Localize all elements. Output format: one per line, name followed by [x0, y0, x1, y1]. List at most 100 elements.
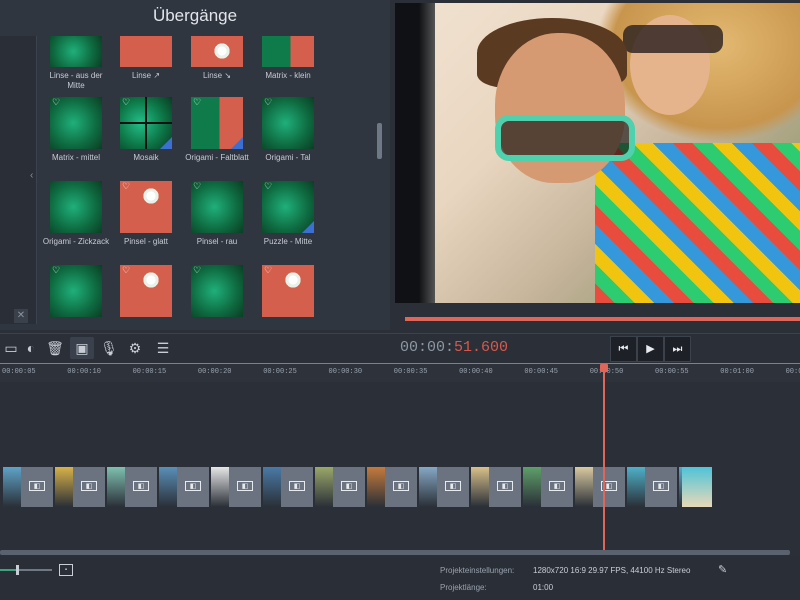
transition-tile[interactable]: ♡ [191, 265, 243, 317]
ruler-tick-label: 00:01:00 [720, 368, 754, 376]
transition-tile[interactable]: ♡ [262, 181, 314, 233]
premium-badge-icon [160, 137, 172, 149]
transition-label: Puzzle - Mitte [263, 237, 313, 246]
favorite-heart-icon[interactable]: ♡ [122, 182, 130, 191]
transition-icon: ◧ [237, 481, 253, 491]
favorite-heart-icon[interactable]: ♡ [52, 98, 60, 107]
settings-value: 1280x720 16:9 29.97 FPS, 44100 Hz Stereo [533, 566, 691, 575]
transition-clip[interactable]: ◧ [21, 467, 53, 507]
play-icon[interactable]: ▶ [637, 336, 664, 362]
crop-icon[interactable]: ▭ [0, 337, 22, 359]
transition-icon: ◧ [29, 481, 45, 491]
playhead-handle[interactable] [600, 364, 608, 372]
transition-clip[interactable]: ◧ [73, 467, 105, 507]
transition-clip[interactable]: ◧ [281, 467, 313, 507]
transition-clip[interactable]: ◧ [645, 467, 677, 507]
transition-tile[interactable]: ♡ [120, 97, 172, 149]
skip-forward-icon[interactable]: ⏭ [664, 336, 691, 362]
close-icon[interactable]: ✕ [14, 309, 28, 323]
transition-tile[interactable]: ♡ [120, 181, 172, 233]
transition-clip[interactable]: ◧ [333, 467, 365, 507]
transition-label: Pinsel - rau [196, 237, 238, 246]
timecode: 00:00:51.600 [400, 339, 508, 356]
favorite-heart-icon[interactable]: ♡ [122, 98, 130, 107]
transition-tile[interactable]: ♡ [262, 265, 314, 317]
transition-icon: ◧ [549, 481, 565, 491]
transition-icon: ◧ [393, 481, 409, 491]
color-icon[interactable]: ◐ [20, 337, 42, 359]
ruler-tick-label: 00:00:25 [263, 368, 297, 376]
transition-tile[interactable]: ♡ [50, 265, 102, 317]
transition-label: Mosaik [133, 153, 159, 162]
length-value: 01:00 [533, 583, 554, 592]
transition-clip[interactable]: ◧ [229, 467, 261, 507]
transitions-scrollbar[interactable] [377, 123, 382, 159]
trash-icon[interactable]: 🗑 [44, 337, 66, 359]
transition-icon: ◧ [185, 481, 201, 491]
timeline-scrollbar[interactable] [0, 550, 790, 555]
page-curl-transition [395, 3, 435, 303]
transition-tile[interactable] [50, 181, 102, 233]
transition-clip[interactable]: ◧ [489, 467, 521, 507]
collapse-arrow-icon[interactable]: ‹ [30, 170, 40, 186]
status-footer [0, 556, 800, 600]
transition-tile[interactable]: ♡ [120, 265, 172, 317]
preview-progress-bar[interactable] [405, 317, 800, 321]
transition-tile[interactable]: ♡ [50, 97, 102, 149]
transition-label: Linse ↘ [202, 71, 232, 80]
timeline-track-area[interactable] [0, 382, 800, 550]
transition-label: Matrix - mittel [52, 153, 100, 162]
video-preview [395, 3, 800, 303]
favorite-heart-icon[interactable]: ♡ [264, 98, 272, 107]
transition-tile[interactable]: ♡ [262, 97, 314, 149]
favorite-heart-icon[interactable]: ♡ [264, 266, 272, 275]
transition-tile[interactable] [262, 36, 314, 67]
transition-clip[interactable]: ◧ [177, 467, 209, 507]
transition-label: Origami - Tal [265, 153, 311, 162]
transition-clip[interactable]: ◧ [437, 467, 469, 507]
transition-tile[interactable] [191, 36, 243, 67]
ruler-tick-label: 00:00:30 [328, 368, 363, 376]
microphone-icon[interactable]: 🎙 [98, 337, 120, 359]
skip-back-icon[interactable]: ⏮ [610, 336, 637, 362]
ruler-tick-label: 00:00:20 [197, 368, 232, 376]
equalizer-icon[interactable]: ☰ [152, 337, 174, 359]
ruler-tick-label: 00:00:10 [67, 368, 101, 376]
ruler-tick-label: 00:00:40 [459, 368, 493, 376]
image-icon[interactable]: ▣ [70, 337, 94, 359]
transition-clip[interactable]: ◧ [125, 467, 157, 507]
ruler-tick-label: 00:00:45 [524, 368, 558, 376]
transition-clip[interactable]: ◧ [541, 467, 573, 507]
panel-title: Übergänge [152, 6, 238, 25]
transition-icon: ◧ [653, 481, 669, 491]
edit-settings-icon[interactable]: ✎ [718, 563, 727, 576]
ruler-tick-label: 00:00:55 [655, 368, 689, 376]
favorite-heart-icon[interactable]: ♡ [193, 98, 201, 107]
video-clip[interactable] [682, 467, 712, 507]
settings-label: Projekteinstellungen: [440, 566, 515, 575]
ruler-tick-label: 00:00:15 [132, 368, 167, 376]
transition-icon: ◧ [81, 481, 97, 491]
ruler-tick-label: 00:00:05 [2, 368, 36, 376]
timecode-prefix: 00:00: [400, 339, 455, 356]
favorite-heart-icon[interactable]: ♡ [264, 182, 272, 191]
transition-clip[interactable]: ◧ [593, 467, 625, 507]
playhead[interactable] [603, 367, 605, 550]
favorite-heart-icon[interactable]: ♡ [193, 182, 201, 191]
transition-label: Pinsel - glatt [123, 237, 169, 246]
length-label: Projektlänge: [440, 583, 487, 592]
transition-tile[interactable] [120, 36, 172, 67]
favorite-heart-icon[interactable]: ♡ [122, 266, 130, 275]
zoom-slider-thumb[interactable] [16, 565, 19, 575]
favorite-heart-icon[interactable]: ♡ [52, 266, 60, 275]
transition-tile[interactable] [50, 36, 102, 67]
fit-to-window-icon[interactable]: ▪ [59, 564, 73, 576]
gear-icon[interactable]: ⚙ [124, 337, 146, 359]
transition-icon: ◧ [497, 481, 513, 491]
timecode-seconds: 51.600 [454, 339, 509, 356]
transition-tile[interactable]: ♡ [191, 181, 243, 233]
transition-clip[interactable]: ◧ [385, 467, 417, 507]
favorite-heart-icon[interactable]: ♡ [193, 266, 201, 275]
transition-label: Linse ↗ [131, 71, 161, 80]
transition-tile[interactable]: ♡ [191, 97, 243, 149]
